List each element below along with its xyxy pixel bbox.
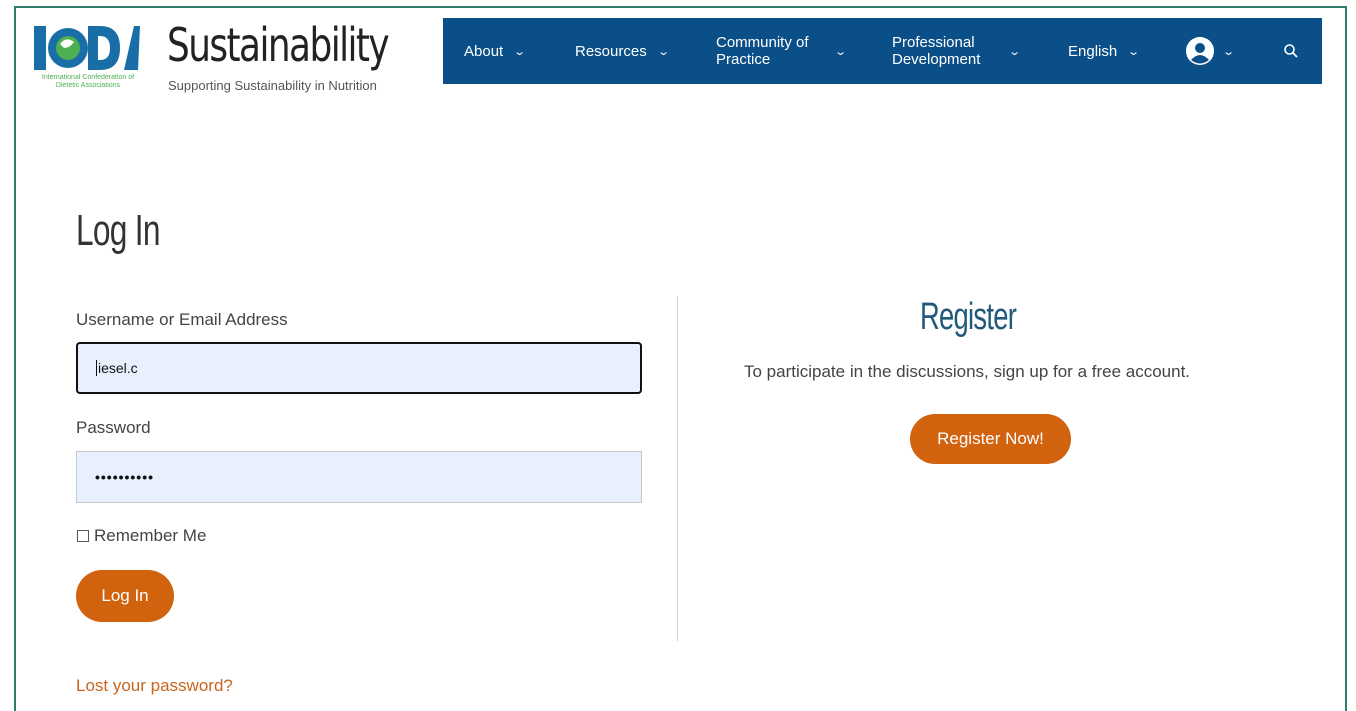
- nav-item-community-of-practice[interactable]: Community of Practice ⌄: [716, 18, 848, 84]
- nav-item-label: English: [1068, 42, 1118, 60]
- password-value: ••••••••••: [95, 469, 155, 485]
- remember-me[interactable]: Remember Me: [77, 526, 206, 546]
- register-description: To participate in the discussions, sign …: [744, 362, 1191, 381]
- logo-subtext: International Confederation of Dietetic …: [41, 74, 135, 89]
- nav-item-language[interactable]: English ⌄: [1068, 18, 1141, 84]
- nav-item-resources[interactable]: Resources ⌄: [575, 18, 670, 84]
- chevron-down-icon: ⌄: [1008, 45, 1022, 58]
- chevron-down-icon: ⌄: [834, 45, 848, 58]
- chevron-down-icon: ⌄: [513, 45, 527, 58]
- icda-logo-mark: [34, 26, 140, 70]
- site-title[interactable]: Sustainability: [167, 18, 390, 72]
- nav-item-label: Resources: [575, 42, 647, 60]
- nav-item-professional-development[interactable]: Professional Development ⌄: [892, 18, 1022, 84]
- username-label: Username or Email Address: [76, 310, 288, 329]
- nav-item-about[interactable]: About ⌄: [464, 18, 527, 84]
- nav-item-label: About: [464, 42, 504, 60]
- remember-me-checkbox[interactable]: [77, 530, 89, 542]
- nav-item-label: Community of Practice: [716, 34, 809, 68]
- lost-password-link[interactable]: Lost your password?: [76, 676, 233, 696]
- icda-logo[interactable]: International Confederation of Dietetic …: [32, 22, 144, 94]
- login-button[interactable]: Log In: [76, 570, 174, 622]
- column-divider: [677, 296, 678, 641]
- text-caret: [96, 360, 97, 376]
- username-field[interactable]: iesel.c: [76, 342, 642, 394]
- password-label: Password: [76, 418, 151, 437]
- register-title: Register: [920, 296, 1017, 338]
- page-title: Log In: [76, 206, 160, 255]
- search-button[interactable]: [1283, 18, 1299, 84]
- register-now-button[interactable]: Register Now!: [910, 414, 1071, 464]
- nav-item-label: Professional Development: [892, 34, 981, 68]
- user-circle-icon: [1186, 37, 1214, 65]
- chevron-down-icon: ⌄: [1127, 45, 1141, 58]
- remember-me-label: Remember Me: [94, 526, 207, 545]
- chevron-down-icon: ⌄: [1222, 45, 1236, 58]
- main-navigation: About ⌄ Resources ⌄ Community of Practic…: [443, 18, 1322, 84]
- password-field[interactable]: ••••••••••: [76, 451, 642, 503]
- search-icon: [1284, 44, 1298, 58]
- username-value: iesel.c: [98, 360, 138, 376]
- chevron-down-icon: ⌄: [656, 45, 670, 58]
- site-tagline: Supporting Sustainability in Nutrition: [168, 78, 377, 93]
- nav-item-user-menu[interactable]: ⌄: [1186, 18, 1236, 84]
